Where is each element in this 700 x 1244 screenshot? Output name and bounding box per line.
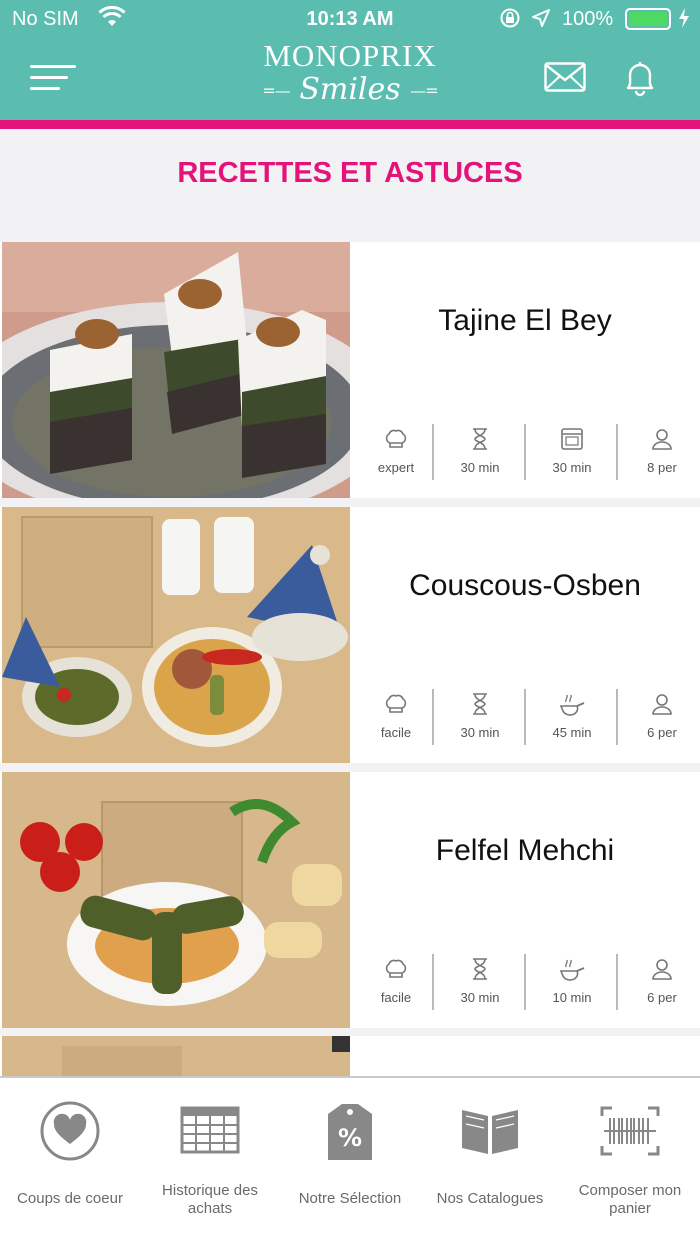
menu-line-icon [30, 87, 60, 90]
hourglass-icon [473, 958, 487, 980]
person-icon [652, 959, 672, 980]
recipe-title: Tajine El Bey [438, 304, 612, 337]
prep-time-stat: 30 min [434, 952, 526, 1012]
recipe-card[interactable] [0, 1036, 700, 1076]
tab-label: Notre Sélection [298, 1190, 402, 1207]
recipe-title: Couscous-Osben [409, 569, 641, 602]
envelope-icon [544, 62, 586, 92]
calendar-grid-icon [180, 1100, 240, 1162]
cook-time-stat: 10 min [526, 952, 618, 1012]
hourglass-icon [473, 693, 487, 715]
chef-hat-icon [385, 959, 407, 978]
tab-label: Nos Catalogues [436, 1190, 544, 1207]
app-header: No SIM 10:13 AM 100% MONOPRIX =— Smiles … [0, 0, 700, 120]
menu-line-icon [30, 65, 76, 68]
tab-coups-de-coeur[interactable]: Coups de coeur [0, 1100, 140, 1220]
difficulty-stat: expert [350, 422, 442, 482]
recipe-stats: facile 30 min 45 min 6 per [350, 687, 700, 747]
page-title: RECETTES ET ASTUCES [177, 157, 523, 189]
bell-icon [626, 62, 654, 97]
charging-bolt-icon [678, 7, 690, 35]
frying-pan-icon [559, 694, 585, 716]
difficulty-stat: facile [350, 952, 442, 1012]
oven-icon [561, 428, 583, 450]
heart-icon [40, 1100, 100, 1162]
status-bar: No SIM 10:13 AM 100% [0, 0, 700, 38]
header-accent-strip [0, 120, 700, 129]
tab-label: Composer mon panier [578, 1182, 682, 1217]
battery-percent: 100% [562, 8, 614, 30]
recipe-card[interactable]: Couscous-Osben facile 30 min 45 min 6 pe… [0, 507, 700, 763]
monoprix-smiles-logo: MONOPRIX =— Smiles —= [240, 40, 460, 114]
recipe-card[interactable]: Felfel Mehchi facile 30 min 10 min 6 per [0, 772, 700, 1028]
recipe-stats: facile 30 min 10 min 6 per [350, 952, 700, 1012]
hamburger-menu-button[interactable] [26, 62, 80, 96]
barcode-scan-icon [600, 1100, 660, 1162]
svg-text:%: % [338, 1124, 362, 1152]
mail-button[interactable] [544, 62, 586, 94]
menu-line-icon [30, 76, 68, 79]
cook-time-stat: 30 min [526, 422, 618, 482]
prep-time-stat: 30 min [434, 422, 526, 482]
hourglass-icon [473, 428, 487, 450]
tab-label: Historique des achats [162, 1182, 258, 1217]
difficulty-stat: facile [350, 687, 442, 747]
notifications-button[interactable] [620, 58, 660, 98]
orientation-lock-icon [499, 7, 521, 35]
logo-brand: MONOPRIX [263, 38, 437, 73]
bottom-tab-bar: Coups de coeur Historique des achats % N… [0, 1076, 700, 1244]
recipe-title: Felfel Mehchi [435, 834, 615, 867]
tab-notre-selection[interactable]: % Notre Sélection [280, 1100, 420, 1220]
recipe-stats: expert 30 min 30 min 8 per [350, 422, 700, 482]
person-icon [652, 429, 672, 450]
battery-icon [625, 8, 671, 30]
chef-hat-icon [385, 429, 407, 448]
chef-hat-icon [385, 694, 407, 713]
recipe-photo [2, 772, 350, 1028]
location-icon [530, 7, 552, 35]
recipe-photo [2, 242, 350, 498]
open-book-icon [460, 1100, 520, 1162]
tab-label: Coups de coeur [17, 1190, 123, 1207]
recipe-card[interactable]: Tajine El Bey expert 30 min 30 min 8 per [0, 242, 700, 498]
servings-stat: 6 per [616, 952, 700, 1012]
prep-time-stat: 30 min [434, 687, 526, 747]
frying-pan-icon [559, 959, 585, 981]
discount-tag-icon: % [320, 1100, 380, 1162]
recipe-photo [2, 507, 350, 763]
recipe-photo [2, 1036, 350, 1076]
tab-historique-des-achats[interactable]: Historique des achats [140, 1100, 280, 1220]
person-icon [652, 694, 672, 715]
tab-nos-catalogues[interactable]: Nos Catalogues [420, 1100, 560, 1220]
servings-stat: 8 per [616, 422, 700, 482]
cook-time-stat: 45 min [526, 687, 618, 747]
tab-composer-mon-panier[interactable]: Composer mon panier [560, 1100, 700, 1220]
servings-stat: 6 per [616, 687, 700, 747]
logo-sub: Smiles [299, 72, 401, 107]
